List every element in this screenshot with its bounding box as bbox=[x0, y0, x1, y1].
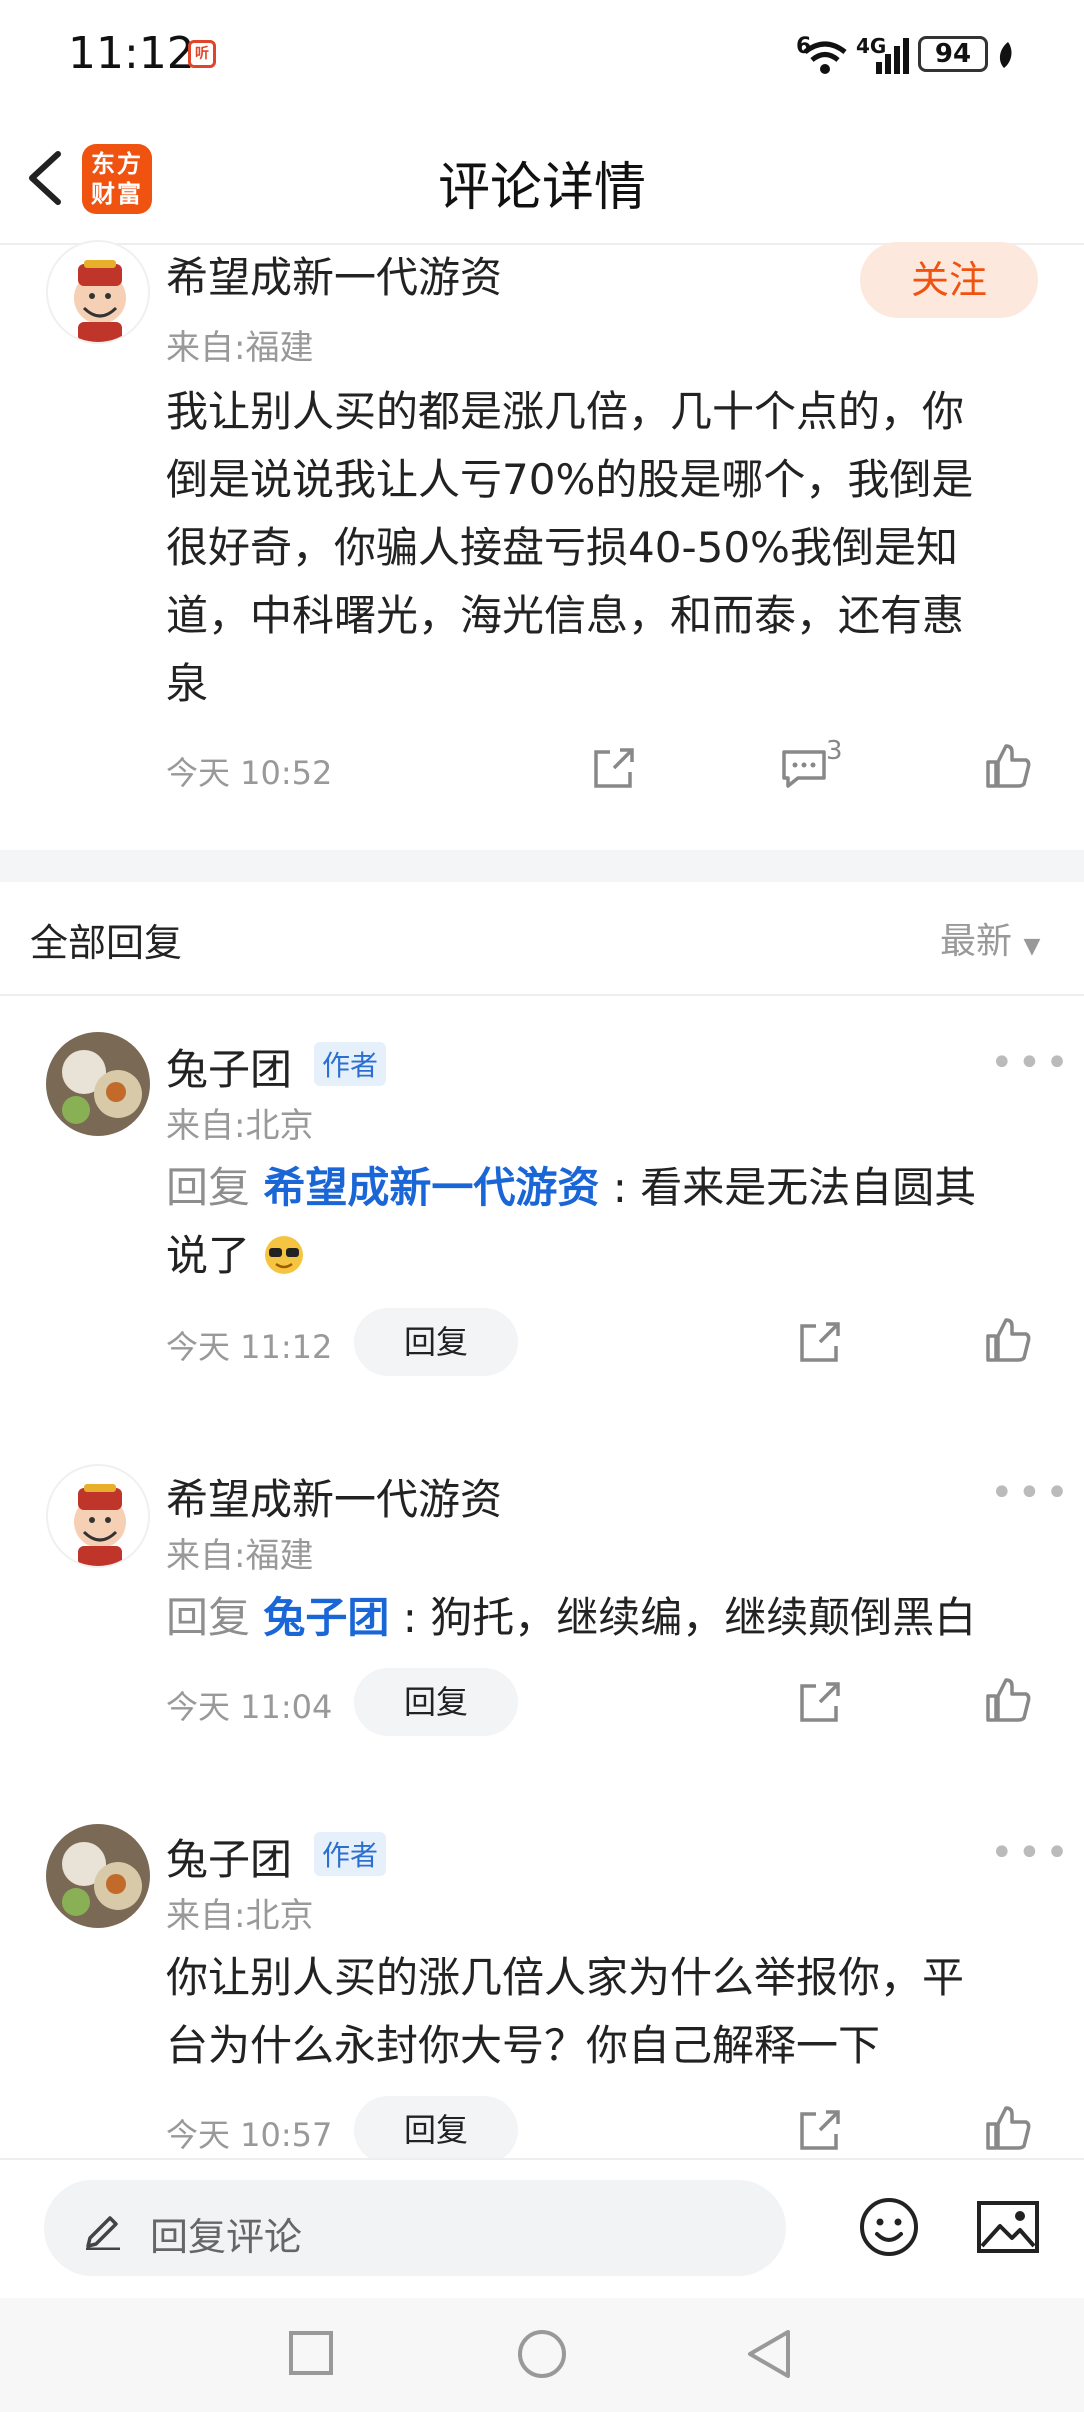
comment-line: 我让别人买的都是涨几倍，几十个点的，你 bbox=[166, 387, 965, 436]
reply-body: 你让别人买的涨几倍人家为什么举报你，平 台为什么永封你大号？你自己解释一下 bbox=[166, 1944, 1046, 2080]
reply-time: 今天 11:04 bbox=[166, 1688, 333, 1726]
comment-icon[interactable] bbox=[780, 746, 828, 790]
sort-dropdown[interactable]: 最新 ▼ bbox=[940, 912, 1040, 964]
share-icon[interactable] bbox=[796, 2106, 844, 2154]
home-icon[interactable] bbox=[516, 2328, 568, 2380]
more-icon[interactable]: ••• bbox=[990, 1040, 1073, 1086]
mention-link[interactable]: 希望成新一代游资 bbox=[263, 1163, 599, 1212]
comment-count: 3 bbox=[826, 736, 843, 766]
reply-time: 今天 11:12 bbox=[166, 1328, 333, 1366]
share-icon[interactable] bbox=[796, 1318, 844, 1366]
thumbs-up-icon[interactable] bbox=[984, 742, 1032, 790]
reply-button[interactable]: 回复 bbox=[354, 1668, 518, 1736]
reply-location: 来自:北京 bbox=[166, 1106, 314, 1146]
comment-username[interactable]: 希望成新一代游资 bbox=[166, 244, 502, 305]
comment-body: 我让别人买的都是涨几倍，几十个点的，你 倒是说说我让人亏70%的股是哪个，我倒是… bbox=[166, 378, 1046, 718]
reply-body: 回复 希望成新一代游资 : 看来是无法自圆其 说了 bbox=[166, 1154, 1046, 1290]
reply-location: 来自:北京 bbox=[166, 1896, 314, 1936]
comment-line: 很好奇，你骗人接盘亏损40-50%我倒是知 bbox=[166, 523, 958, 572]
comment-location: 来自:福建 bbox=[166, 328, 314, 368]
more-icon[interactable]: ••• bbox=[990, 1830, 1073, 1876]
avatar[interactable] bbox=[46, 1464, 150, 1568]
avatar-cartoon-icon bbox=[74, 1484, 126, 1566]
reply-prefix: 回复 bbox=[166, 1593, 264, 1642]
reply-text: 你让别人买的涨几倍人家为什么举报你，平 bbox=[166, 1953, 965, 2002]
reply-body: 回复 兔子团 : 狗托，继续编，继续颠倒黑白 bbox=[166, 1584, 1066, 1652]
reply-button[interactable]: 回复 bbox=[354, 2096, 518, 2164]
back-icon[interactable] bbox=[744, 2328, 794, 2380]
avatar-food-photo-icon bbox=[46, 1032, 150, 1136]
avatar[interactable] bbox=[46, 1824, 150, 1928]
reply-prefix: 回复 bbox=[166, 1163, 264, 1212]
sort-label: 最新 bbox=[940, 921, 1013, 962]
comment-line: 泉 bbox=[166, 659, 209, 708]
chevron-down-icon: ▼ bbox=[1023, 934, 1041, 959]
avatar-cartoon-icon bbox=[74, 260, 126, 342]
emoji-icon[interactable] bbox=[858, 2196, 920, 2258]
signal-icon bbox=[876, 38, 909, 74]
reply-username[interactable]: 兔子团 bbox=[166, 1036, 292, 1097]
reply-text: 台为什么永封你大号？你自己解释一下 bbox=[166, 2021, 881, 2070]
more-icon[interactable]: ••• bbox=[990, 1470, 1073, 1516]
page-title: 评论详情 bbox=[437, 158, 646, 218]
all-replies-title: 全部回复 bbox=[30, 921, 183, 965]
reply-input-placeholder[interactable]: 回复评论 bbox=[150, 2206, 302, 2261]
section-gap bbox=[0, 850, 1084, 882]
reply-username[interactable]: 希望成新一代游资 bbox=[166, 1466, 502, 1527]
share-icon[interactable] bbox=[796, 1678, 844, 1726]
thumbs-up-icon[interactable] bbox=[984, 1676, 1032, 1724]
thumbs-up-icon[interactable] bbox=[984, 2104, 1032, 2152]
reply-text: : 看来是无法自圆其 bbox=[599, 1163, 977, 1212]
share-icon[interactable] bbox=[590, 744, 638, 792]
avatar[interactable] bbox=[46, 1032, 150, 1136]
wifi-icon bbox=[803, 41, 847, 74]
section-divider bbox=[0, 994, 1084, 996]
recent-apps-icon[interactable] bbox=[288, 2330, 334, 2376]
thumbs-up-icon[interactable] bbox=[984, 1316, 1032, 1364]
mention-link[interactable]: 兔子团 bbox=[263, 1593, 389, 1642]
comment-line: 道，中科曙光，海光信息，和而泰，还有惠 bbox=[166, 591, 965, 640]
status-time: 11:12 bbox=[68, 28, 195, 79]
reply-username[interactable]: 兔子团 bbox=[166, 1826, 292, 1887]
author-tag: 作者 bbox=[314, 1042, 387, 1086]
comment-time: 今天 10:52 bbox=[166, 754, 333, 792]
pencil-icon bbox=[86, 2216, 120, 2250]
reply-button[interactable]: 回复 bbox=[354, 1308, 518, 1376]
reply-location: 来自:福建 bbox=[166, 1536, 314, 1576]
battery-indicator: 94 bbox=[918, 36, 988, 72]
reply-time: 今天 10:57 bbox=[166, 2116, 333, 2154]
notification-badge-icon: 听 bbox=[188, 40, 216, 68]
follow-button[interactable]: 关注 bbox=[860, 242, 1038, 318]
avatar-food-photo-icon bbox=[46, 1824, 150, 1928]
comment-line: 倒是说说我让人亏70%的股是哪个，我倒是 bbox=[166, 455, 974, 504]
sunglasses-emoji-icon bbox=[265, 1236, 304, 1274]
avatar[interactable] bbox=[46, 240, 150, 344]
reply-text: : 狗托，继续编，继续颠倒黑白 bbox=[389, 1593, 977, 1642]
reply-text: 说了 bbox=[166, 1231, 251, 1280]
author-tag: 作者 bbox=[314, 1832, 387, 1876]
image-icon[interactable] bbox=[976, 2200, 1040, 2254]
leaf-icon bbox=[999, 42, 1012, 68]
